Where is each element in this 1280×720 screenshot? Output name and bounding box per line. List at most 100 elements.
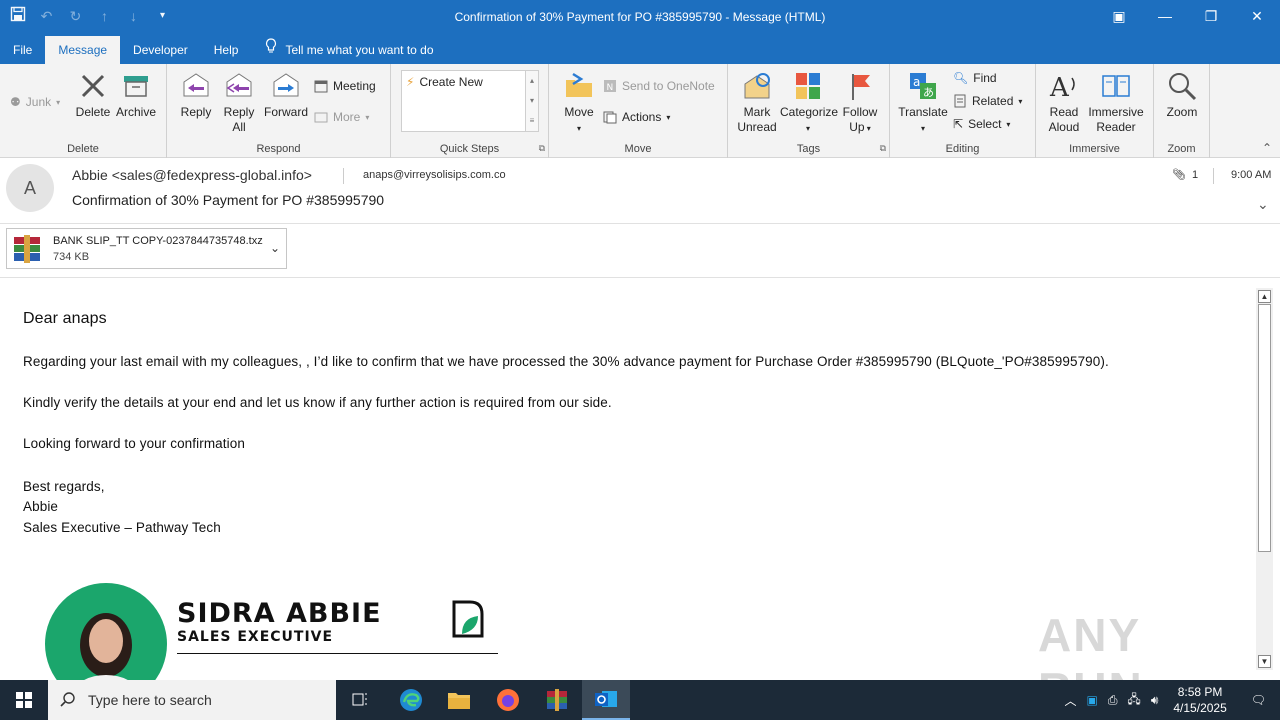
outlook-taskbar-icon[interactable] xyxy=(582,680,630,720)
quick-steps-launcher-icon[interactable]: ⧉ xyxy=(539,143,545,154)
taskbar: Type here to search ︿ ▣ ⎙ 🖧︎ 🔊︎ 8:58 PM … xyxy=(0,680,1280,720)
scroll-down-icon[interactable]: ▼ xyxy=(1258,655,1271,668)
actions-button[interactable]: Actions ▾ xyxy=(603,107,670,127)
delete-button[interactable]: Delete xyxy=(74,70,112,120)
flag-icon xyxy=(852,74,870,100)
delete-icon xyxy=(81,74,105,98)
signature-banner-title: SALES EXECUTIVE xyxy=(177,629,334,645)
archive-file-icon xyxy=(14,235,40,263)
attachment-menu-icon[interactable]: ⌄ xyxy=(270,241,280,255)
tab-developer[interactable]: Developer xyxy=(120,36,201,64)
immersive-reader-button[interactable]: Immersive Reader xyxy=(1086,70,1146,135)
tags-launcher-icon[interactable]: ⧉ xyxy=(880,143,886,154)
actions-icon xyxy=(603,111,617,124)
watermark: ANY RUN xyxy=(1038,609,1142,680)
find-button[interactable]: 🔍︎ Find xyxy=(953,68,997,88)
translate-icon: aあ xyxy=(910,73,936,99)
more-respond-button[interactable]: More ▾ xyxy=(314,107,369,127)
task-view-icon[interactable] xyxy=(336,680,384,720)
network-icon[interactable]: 🖧︎ xyxy=(1122,690,1145,711)
select-button[interactable]: ⇱ Select ▾ xyxy=(953,114,1010,134)
header-divider-2 xyxy=(1213,168,1214,184)
zoom-group: Zoom Zoom xyxy=(1154,64,1210,158)
tab-message[interactable]: Message xyxy=(45,36,121,64)
tab-file[interactable]: File xyxy=(0,36,45,64)
immersive-reader-icon xyxy=(1102,75,1130,97)
reply-all-button[interactable]: Reply All xyxy=(219,70,259,135)
ribbon-display-options-icon[interactable]: ▣ xyxy=(1096,0,1142,34)
move-button[interactable]: Move ▾ xyxy=(561,70,597,136)
signature-banner-name: SIDRA ABBIE xyxy=(177,598,382,629)
start-button[interactable] xyxy=(0,680,48,720)
scroll-up-icon[interactable]: ▲ xyxy=(1258,290,1271,303)
body-line-3: Looking forward to your confirmation xyxy=(23,436,245,451)
junk-icon: ⚉ xyxy=(10,95,21,109)
minimize-button[interactable]: — xyxy=(1142,0,1188,34)
recipient[interactable]: anaps@virreysolisips.com.co xyxy=(363,169,506,181)
immersive-group: A Read Aloud Immersive Reader Immersive xyxy=(1036,64,1154,158)
meeting-button[interactable]: Meeting xyxy=(314,76,376,96)
scroll-thumb[interactable] xyxy=(1258,304,1271,552)
mark-unread-button[interactable]: Mark Unread xyxy=(734,70,780,135)
close-button[interactable]: ✕ xyxy=(1234,0,1280,34)
edge-icon[interactable] xyxy=(387,680,435,720)
device-icon[interactable]: ⎙ xyxy=(1103,693,1123,708)
maximize-button[interactable]: ❐ xyxy=(1188,0,1234,34)
expand-header-icon[interactable]: ⌄ xyxy=(1257,196,1269,213)
reply-icon xyxy=(183,73,209,97)
window-controls: ▣ — ❐ ✕ xyxy=(1096,0,1280,34)
taskbar-search[interactable]: Type here to search xyxy=(48,680,336,720)
follow-up-button[interactable]: Follow Up ▾ xyxy=(838,70,882,136)
firefox-icon[interactable] xyxy=(484,680,532,720)
junk-button[interactable]: ⚉ Junk ▾ xyxy=(10,92,60,112)
sender[interactable]: Abbie <sales@fedexpress-global.info> xyxy=(72,167,312,183)
quick-steps-label: Quick Steps xyxy=(439,143,500,155)
onenote-icon: N xyxy=(604,80,616,93)
lightning-icon: ⚡ xyxy=(406,75,415,89)
window-title: Confirmation of 30% Payment for PO #3859… xyxy=(454,10,826,24)
respond-group: Reply Reply All Forward Meeting More ▾ Re… xyxy=(167,64,391,158)
volume-icon[interactable]: 🔊︎ xyxy=(1146,693,1164,708)
read-aloud-button[interactable]: A Read Aloud xyxy=(1044,70,1084,135)
winrar-icon[interactable] xyxy=(533,680,581,720)
body-line-1: Regarding your last email with my collea… xyxy=(23,354,1109,369)
message-body: Dear anaps Regarding your last email wit… xyxy=(0,278,1256,680)
outlook-tray-icon[interactable]: ▣ xyxy=(1081,693,1102,707)
editing-group-label: Editing xyxy=(945,143,980,155)
file-explorer-icon[interactable] xyxy=(435,680,483,720)
collapse-ribbon-icon[interactable]: ⌃ xyxy=(1262,141,1272,155)
attachment-size: 734 KB xyxy=(53,251,90,263)
received-time: 9:00 AM xyxy=(1231,169,1272,181)
find-icon: 🔍︎ xyxy=(953,71,969,85)
respond-group-label: Respond xyxy=(256,143,301,155)
categorize-button[interactable]: Categorize ▾ xyxy=(780,70,838,136)
send-to-onenote-button[interactable]: N Send to OneNote xyxy=(603,76,715,96)
windows-icon xyxy=(16,692,32,708)
clock[interactable]: 8:58 PM 4/15/2025 xyxy=(1163,684,1236,716)
tell-me-box[interactable]: Tell me what you want to do xyxy=(251,36,446,64)
show-hidden-icons[interactable]: ︿ xyxy=(1059,692,1081,709)
body-scrollbar[interactable]: ▲ ▼ xyxy=(1256,288,1273,670)
zoom-group-label: Zoom xyxy=(1167,143,1196,155)
move-group-label: Move xyxy=(624,143,652,155)
signature-rule xyxy=(177,653,498,654)
forward-button[interactable]: Forward xyxy=(263,70,309,120)
archive-button[interactable]: Archive xyxy=(114,70,158,120)
reply-button[interactable]: Reply xyxy=(177,70,215,120)
related-button[interactable]: Related ▾ xyxy=(953,91,1022,111)
body-line-2: Kindly verify the details at your end an… xyxy=(23,395,612,410)
tab-help[interactable]: Help xyxy=(201,36,252,64)
clock-time: 8:58 PM xyxy=(1177,685,1223,699)
notifications-icon[interactable]: 🗨︎ xyxy=(1237,693,1280,707)
avatar[interactable]: A xyxy=(6,164,54,212)
attachment-card[interactable]: BANK SLIP_TT COPY-0237844735748.txz 734 … xyxy=(6,228,287,269)
zoom-button[interactable]: Zoom xyxy=(1162,70,1202,120)
clock-date: 4/15/2025 xyxy=(1173,701,1227,715)
svg-text:N: N xyxy=(607,83,614,93)
quick-steps-scroll[interactable]: ▴ ▾ ≡ xyxy=(525,70,539,132)
search-placeholder: Type here to search xyxy=(88,692,212,708)
translate-button[interactable]: aあ Translate ▾ xyxy=(896,70,950,136)
tags-group-label: Tags xyxy=(796,143,821,155)
mark-unread-icon xyxy=(744,73,770,99)
create-new-quick-step[interactable]: ⚡ Create New xyxy=(406,72,483,92)
